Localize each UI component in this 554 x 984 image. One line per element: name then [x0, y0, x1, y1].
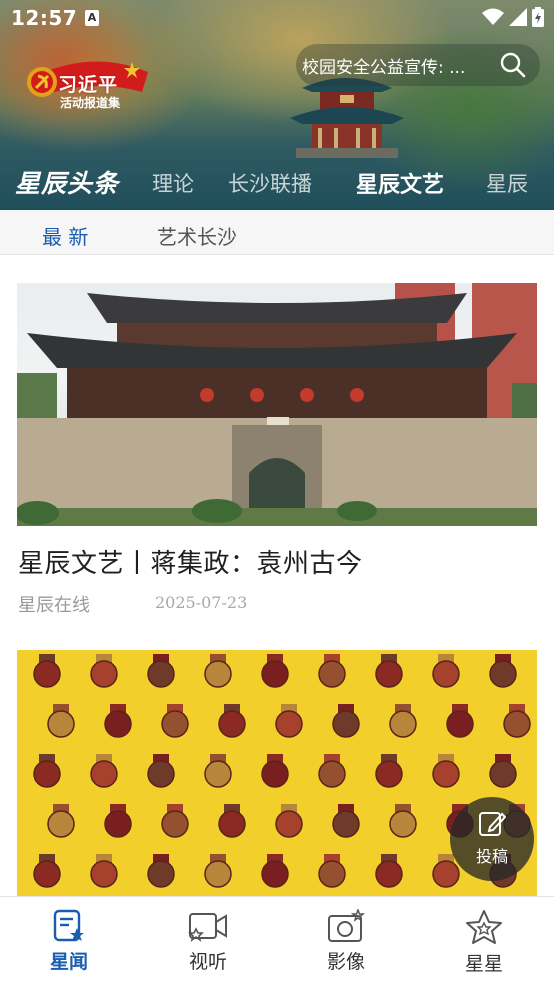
nav-image[interactable]: 影像	[301, 905, 391, 981]
medal	[218, 710, 246, 738]
medal	[104, 710, 132, 738]
medal	[389, 810, 417, 838]
logo-subtitle: 活动报道集	[60, 96, 121, 110]
tab-art-changsha[interactable]: 艺术长沙	[157, 221, 237, 250]
medal	[204, 660, 232, 688]
camera-icon	[328, 909, 365, 942]
nav-image-label: 影像	[326, 951, 365, 973]
medal	[90, 760, 118, 788]
medal	[318, 660, 346, 688]
nav-news[interactable]: 星闻	[24, 905, 114, 981]
channel-arts[interactable]: 星辰文艺	[356, 167, 444, 199]
xi-jinping-report-logo[interactable]: 习近平 活动报道集	[20, 52, 150, 112]
signal-icon	[509, 8, 527, 26]
news-icon	[53, 909, 84, 942]
medal	[104, 810, 132, 838]
channel-xingchen[interactable]: 星辰	[486, 168, 528, 198]
medal	[33, 860, 61, 888]
medal	[147, 760, 175, 788]
medal	[90, 660, 118, 688]
medal	[275, 810, 303, 838]
medal	[147, 860, 175, 888]
ancient-city-gate-photo	[17, 283, 537, 526]
medal	[332, 710, 360, 738]
system-icons	[482, 7, 544, 27]
search-bar[interactable]: 校园安全公益宣传: ...	[296, 44, 540, 86]
article-title[interactable]: 星辰文艺丨蒋集政：袁州古今	[18, 543, 363, 580]
bottom-navigation: 星闻 视听 影像 星星	[0, 896, 554, 984]
medal	[33, 660, 61, 688]
medal	[275, 710, 303, 738]
nav-star-label: 星星	[464, 953, 503, 975]
medal	[90, 860, 118, 888]
medal	[47, 810, 75, 838]
medal	[33, 760, 61, 788]
article-meta: 星辰在线 2025-07-23	[18, 591, 247, 617]
submit-button[interactable]: 投稿	[450, 797, 534, 881]
medal	[375, 660, 403, 688]
video-camera-icon	[188, 913, 227, 942]
channel-brand[interactable]: 星辰头条	[15, 164, 119, 200]
tab-latest[interactable]: 最 新	[42, 221, 88, 250]
submit-label: 投稿	[475, 847, 508, 866]
medal	[375, 760, 403, 788]
medal	[375, 860, 403, 888]
news-feed[interactable]: 星辰文艺丨蒋集政：袁州古今 星辰在线 2025-07-23	[0, 256, 554, 896]
medal	[161, 810, 189, 838]
search-icon[interactable]	[500, 52, 526, 78]
battery-icon	[532, 7, 544, 27]
medal	[318, 760, 346, 788]
notification-icon: A	[85, 10, 99, 26]
channel-changsha-broadcast[interactable]: 长沙联播	[228, 168, 312, 198]
channel-tabs: 星辰头条 理论 长沙联播 星辰文艺 星辰	[0, 162, 554, 204]
medal	[204, 860, 232, 888]
wifi-icon	[482, 8, 504, 25]
medal	[261, 860, 289, 888]
medal	[161, 710, 189, 738]
medal	[204, 760, 232, 788]
medal	[47, 710, 75, 738]
star-icon	[466, 910, 502, 944]
medal	[147, 660, 175, 688]
medal	[489, 660, 517, 688]
sub-tabs: 最 新 艺术长沙	[0, 210, 554, 255]
medal	[218, 810, 246, 838]
medal	[261, 760, 289, 788]
status-time: 12:57	[11, 6, 78, 30]
medal	[261, 660, 289, 688]
medal	[318, 860, 346, 888]
search-hint: 校园安全公益宣传: ...	[302, 57, 466, 78]
nav-video-label: 视听	[188, 951, 227, 973]
medal	[432, 760, 460, 788]
article-image-ancient-gate[interactable]	[17, 283, 537, 526]
nav-news-label: 星闻	[49, 951, 88, 973]
nav-video[interactable]: 视听	[163, 905, 253, 981]
article-source: 星辰在线	[18, 595, 90, 616]
edit-icon	[479, 812, 506, 836]
medal	[489, 760, 517, 788]
medal	[389, 710, 417, 738]
logo-title: 习近平	[58, 74, 119, 96]
article-date: 2025-07-23	[155, 593, 248, 612]
status-bar: 12:57 A	[0, 0, 554, 36]
nav-star[interactable]: 星星	[439, 905, 529, 981]
medal	[446, 710, 474, 738]
medal	[503, 710, 531, 738]
channel-theory[interactable]: 理论	[152, 168, 194, 198]
header-banner: 12:57 A 习近平 活动报道集 校园安全公益宣传: ... 星辰头条 理论 …	[0, 0, 554, 210]
medal	[332, 810, 360, 838]
medal	[432, 660, 460, 688]
